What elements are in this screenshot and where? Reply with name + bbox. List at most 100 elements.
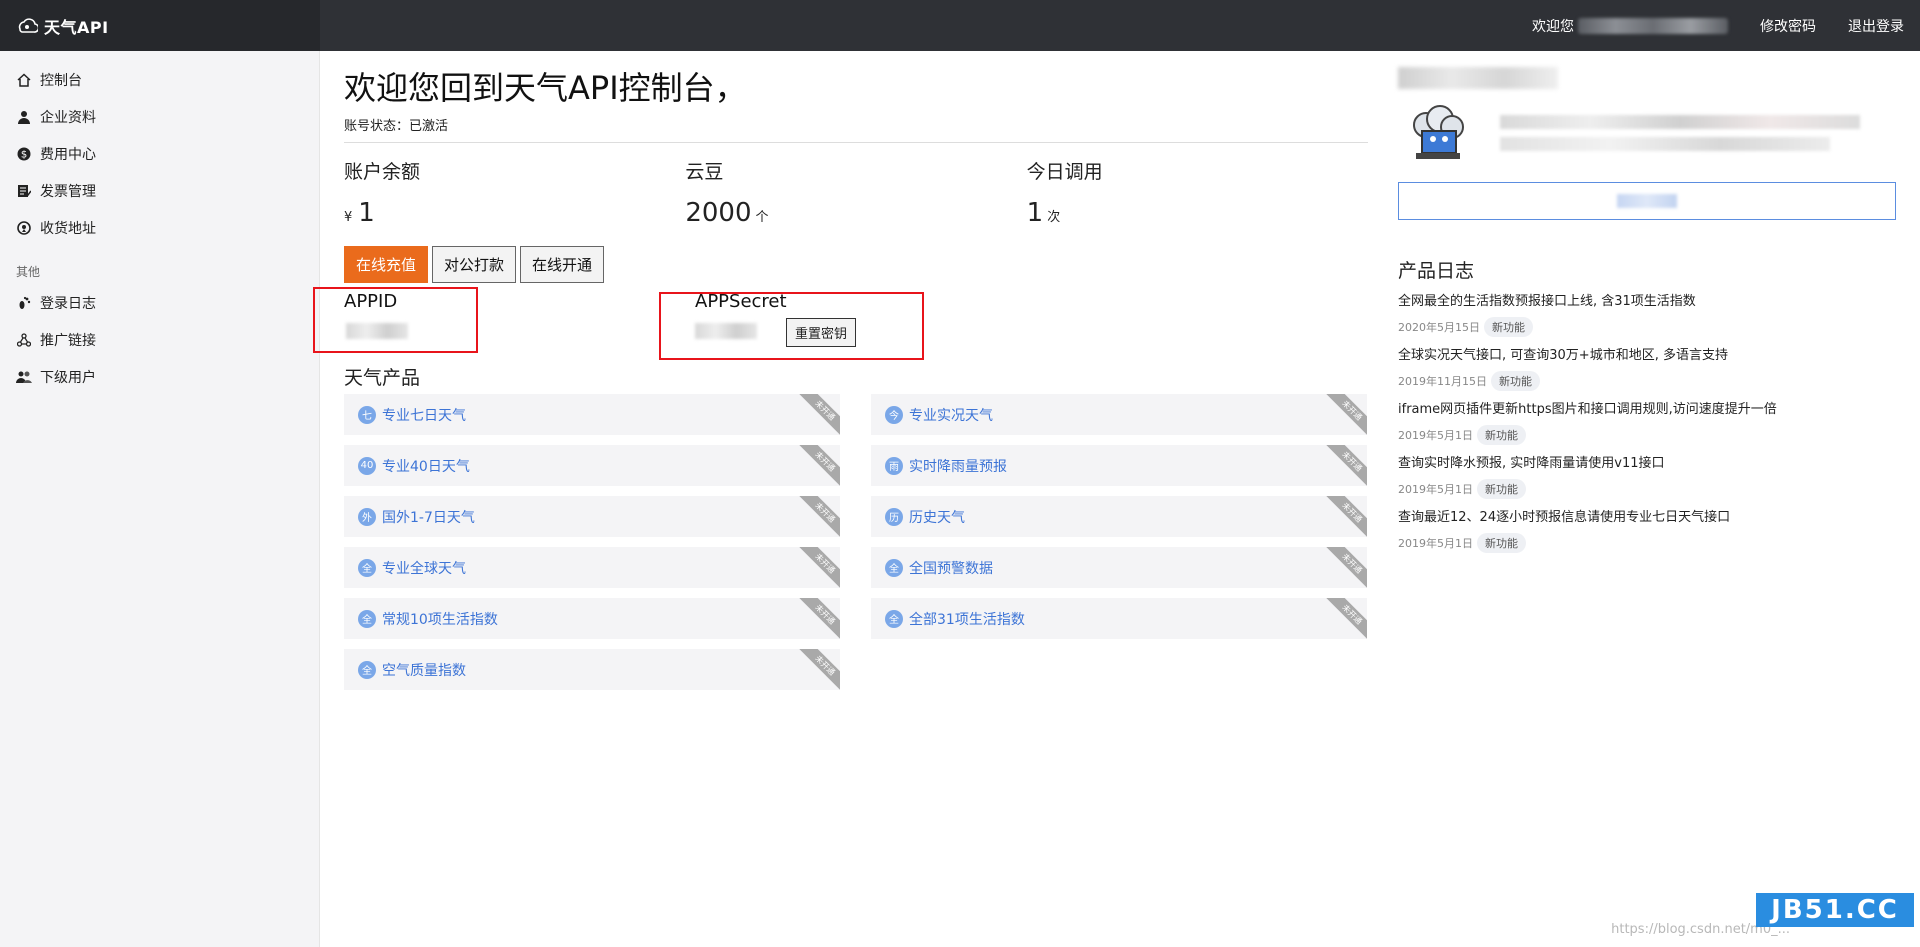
- sidebar-item-label: 收货地址: [40, 220, 96, 237]
- change-password-link[interactable]: 修改密码: [1760, 16, 1816, 36]
- logo[interactable]: 天气API: [0, 0, 320, 51]
- stat-unit: 次: [1047, 210, 1061, 225]
- product-card[interactable]: 七专业七日天气 未开通: [344, 394, 840, 435]
- log-text[interactable]: 全网最全的生活指数预报接口上线, 含31项生活指数: [1398, 293, 1898, 311]
- bank-transfer-button[interactable]: 对公打款: [432, 246, 517, 283]
- product-name[interactable]: 专业全球天气: [382, 558, 466, 578]
- product-name[interactable]: 专业七日天气: [382, 405, 466, 425]
- log-text[interactable]: iframe网页插件更新https图片和接口调用规则,访问速度提升一倍: [1398, 401, 1898, 419]
- svg-text:$: $: [21, 149, 27, 160]
- list-item: 全网最全的生活指数预报接口上线, 含31项生活指数 2020年5月15日 新功能: [1398, 293, 1898, 337]
- divider: [344, 142, 1368, 143]
- product-badge-icon: 全: [885, 609, 903, 628]
- logout-link[interactable]: 退出登录: [1848, 16, 1904, 36]
- profile-info-blurred: [1500, 115, 1860, 129]
- product-card[interactable]: 历历史天气 未开通: [871, 496, 1367, 537]
- stat-unit: 个: [755, 210, 769, 225]
- sidebar-item-referral[interactable]: 推广链接: [0, 321, 319, 358]
- product-name[interactable]: 历史天气: [909, 507, 965, 527]
- product-name[interactable]: 实时降雨量预报: [909, 456, 1007, 476]
- invite-link-blurred: [1617, 194, 1677, 208]
- notice-heading-blurred: [1398, 67, 1558, 89]
- product-card[interactable]: 全常规10项生活指数 未开通: [344, 598, 840, 639]
- ribbon-text: 未开通: [1325, 598, 1367, 639]
- currency-symbol: ¥: [344, 210, 353, 225]
- product-name[interactable]: 全部31项生活指数: [909, 609, 1025, 629]
- sidebar-item-label: 登录日志: [40, 295, 96, 312]
- log-date: 2020年5月15日: [1398, 321, 1480, 334]
- action-buttons: 在线充值 对公打款 在线开通: [344, 246, 1368, 283]
- product-name[interactable]: 常规10项生活指数: [382, 609, 498, 629]
- page-title: 欢迎您回到天气API控制台，: [344, 69, 747, 107]
- product-badge-icon: 全: [358, 609, 376, 628]
- product-badge-icon: 全: [358, 660, 376, 679]
- product-card[interactable]: 外国外1-7日天气 未开通: [344, 496, 840, 537]
- reset-secret-button[interactable]: 重置密钥: [786, 318, 857, 347]
- sidebar-item-company[interactable]: 企业资料: [0, 98, 319, 135]
- profile-card: [1398, 95, 1898, 170]
- invite-link-box[interactable]: [1398, 182, 1896, 220]
- log-date: 2019年5月1日: [1398, 483, 1473, 496]
- api-keys: APPID APPSecret 重置密钥: [313, 287, 1368, 360]
- not-activated-ribbon: 未开通: [1325, 445, 1367, 486]
- product-badge-icon: 雨: [885, 456, 903, 475]
- online-recharge-button[interactable]: 在线充值: [344, 246, 429, 283]
- appsecret-label: APPSecret: [695, 291, 787, 312]
- online-activate-button[interactable]: 在线开通: [520, 246, 605, 283]
- list-item: 查询最近12、24逐小时预报信息请使用专业七日天气接口 2019年5月1日 新功能: [1398, 509, 1898, 553]
- product-name[interactable]: 全国预警数据: [909, 558, 993, 578]
- product-card[interactable]: 全全国预警数据 未开通: [871, 547, 1367, 588]
- sidebar-item-login-log[interactable]: 登录日志: [0, 284, 319, 321]
- dollar-icon: $: [16, 146, 32, 162]
- not-activated-ribbon: 未开通: [798, 649, 840, 690]
- log-meta: 2019年5月1日 新功能: [1398, 479, 1898, 499]
- not-activated-ribbon: 未开通: [798, 394, 840, 435]
- ribbon-text: 未开通: [798, 496, 840, 537]
- not-activated-ribbon: 未开通: [1325, 598, 1367, 639]
- log-date: 2019年5月1日: [1398, 537, 1473, 550]
- product-name[interactable]: 国外1-7日天气: [382, 507, 475, 527]
- not-activated-ribbon: 未开通: [1325, 547, 1367, 588]
- sidebar-item-label: 下级用户: [40, 369, 96, 386]
- log-text[interactable]: 查询实时降水预报, 实时降雨量请使用v11接口: [1398, 455, 1898, 473]
- sidebar-item-subusers[interactable]: 下级用户: [0, 358, 319, 395]
- location-icon: [16, 220, 32, 236]
- stat-value: 1: [358, 198, 375, 228]
- product-name[interactable]: 专业40日天气: [382, 456, 470, 476]
- list-item: 查询实时降水预报, 实时降雨量请使用v11接口 2019年5月1日 新功能: [1398, 455, 1898, 499]
- feature-tag: 新功能: [1477, 479, 1526, 499]
- product-card[interactable]: 40 专业40日天气 未开通: [344, 445, 840, 486]
- product-card[interactable]: 全专业全球天气 未开通: [344, 547, 840, 588]
- log-text[interactable]: 查询最近12、24逐小时预报信息请使用专业七日天气接口: [1398, 509, 1898, 527]
- not-activated-ribbon: 未开通: [798, 496, 840, 537]
- stat-label: 账户余额: [344, 161, 421, 183]
- feature-tag: 新功能: [1477, 425, 1526, 445]
- sidebar-item-invoice[interactable]: 发票管理: [0, 172, 319, 209]
- sidebar-item-address[interactable]: 收货地址: [0, 209, 319, 246]
- product-card[interactable]: 全空气质量指数 未开通: [344, 649, 840, 690]
- ribbon-text: 未开通: [798, 394, 840, 435]
- product-card[interactable]: 今专业实况天气 未开通: [871, 394, 1367, 435]
- sidebar-item-label: 企业资料: [40, 109, 96, 126]
- sidebar-item-dashboard[interactable]: 控制台: [0, 61, 319, 98]
- share-icon: [16, 332, 32, 348]
- product-log-title: 产品日志: [1398, 260, 1475, 282]
- sidebar-item-billing[interactable]: $ 费用中心: [0, 135, 319, 172]
- right-panel: 产品日志 全网最全的生活指数预报接口上线, 含31项生活指数 2020年5月15…: [1398, 51, 1898, 553]
- sidebar: 控制台 企业资料 $ 费用中心 发票管理 收货地址 其他 登录日志 推广链接 下…: [0, 51, 320, 947]
- ribbon-text: 未开通: [1325, 445, 1367, 486]
- product-name[interactable]: 空气质量指数: [382, 660, 466, 680]
- appid-label: APPID: [344, 291, 398, 312]
- not-activated-ribbon: 未开通: [798, 547, 840, 588]
- product-badge-icon: 全: [358, 558, 376, 577]
- account-status: 账号状态：已激活: [344, 119, 449, 134]
- stat-label: 云豆: [685, 161, 724, 183]
- log-text[interactable]: 全球实况天气接口, 可查询30万+城市和地区, 多语言支持: [1398, 347, 1898, 365]
- profile-info-blurred: [1500, 137, 1830, 151]
- ribbon-text: 未开通: [1325, 547, 1367, 588]
- product-card[interactable]: 全全部31项生活指数 未开通: [871, 598, 1367, 639]
- not-activated-ribbon: 未开通: [1325, 496, 1367, 537]
- product-name[interactable]: 专业实况天气: [909, 405, 993, 425]
- feature-tag: 新功能: [1491, 371, 1540, 391]
- product-card[interactable]: 雨实时降雨量预报 未开通: [871, 445, 1367, 486]
